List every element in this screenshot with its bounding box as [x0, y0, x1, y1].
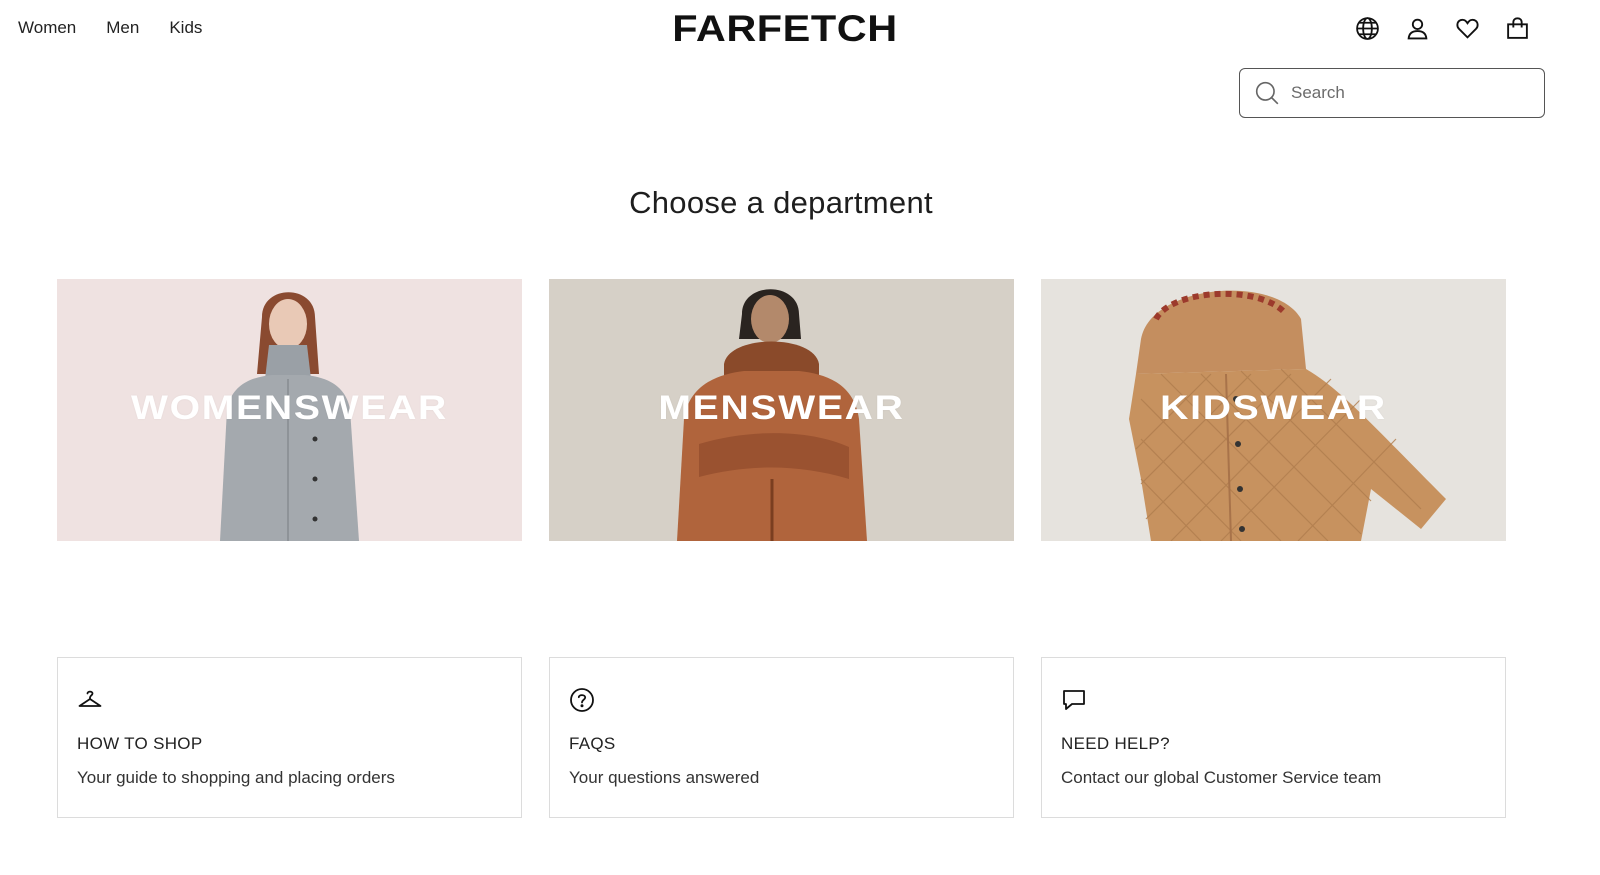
globe-icon[interactable] — [1354, 15, 1381, 42]
nav-item-men[interactable]: Men — [106, 18, 139, 38]
header-icons — [1354, 15, 1531, 42]
chat-bubble-icon — [1060, 686, 1088, 714]
department-card-menswear[interactable]: MENSWEAR — [549, 279, 1014, 541]
nav-item-women[interactable]: Women — [18, 18, 76, 38]
help-card-title: NEED HELP? — [1061, 734, 1170, 753]
help-card-description: Your guide to shopping and placing order… — [77, 768, 395, 787]
search-icon — [1255, 81, 1279, 105]
question-circle-icon — [568, 686, 596, 714]
bag-icon[interactable] — [1504, 15, 1531, 42]
site-header: Women Men Kids FARFETCH — [0, 0, 1600, 60]
help-card-title: HOW TO SHOP — [77, 734, 203, 753]
page-title: Choose a department — [629, 185, 933, 220]
farfetch-logo[interactable]: FARFETCH — [651, 8, 920, 50]
help-card-title: FAQS — [569, 734, 616, 753]
top-nav: Women Men Kids — [18, 18, 202, 38]
department-card-womenswear[interactable]: WOMENSWEAR — [57, 279, 522, 541]
department-card-kidswear[interactable]: KIDSWEAR — [1041, 279, 1506, 541]
nav-item-kids[interactable]: Kids — [169, 18, 202, 38]
department-label-womenswear: WOMENSWEAR — [130, 389, 449, 427]
hanger-icon — [76, 686, 104, 714]
search-input[interactable] — [1291, 83, 1531, 103]
help-card-how-to-shop[interactable]: HOW TO SHOP Your guide to shopping and p… — [57, 657, 522, 818]
help-card-faqs[interactable]: FAQS Your questions answered — [549, 657, 1014, 818]
account-icon[interactable] — [1404, 15, 1431, 42]
department-label-menswear: MENSWEAR — [658, 389, 905, 427]
help-card-need-help[interactable]: NEED HELP? Contact our global Customer S… — [1041, 657, 1506, 818]
help-card-description: Your questions answered — [569, 768, 760, 787]
heart-icon[interactable] — [1454, 15, 1481, 42]
department-label-kidswear: KIDSWEAR — [1160, 389, 1387, 427]
help-card-description: Contact our global Customer Service team — [1061, 768, 1382, 787]
search-box[interactable] — [1239, 68, 1545, 118]
